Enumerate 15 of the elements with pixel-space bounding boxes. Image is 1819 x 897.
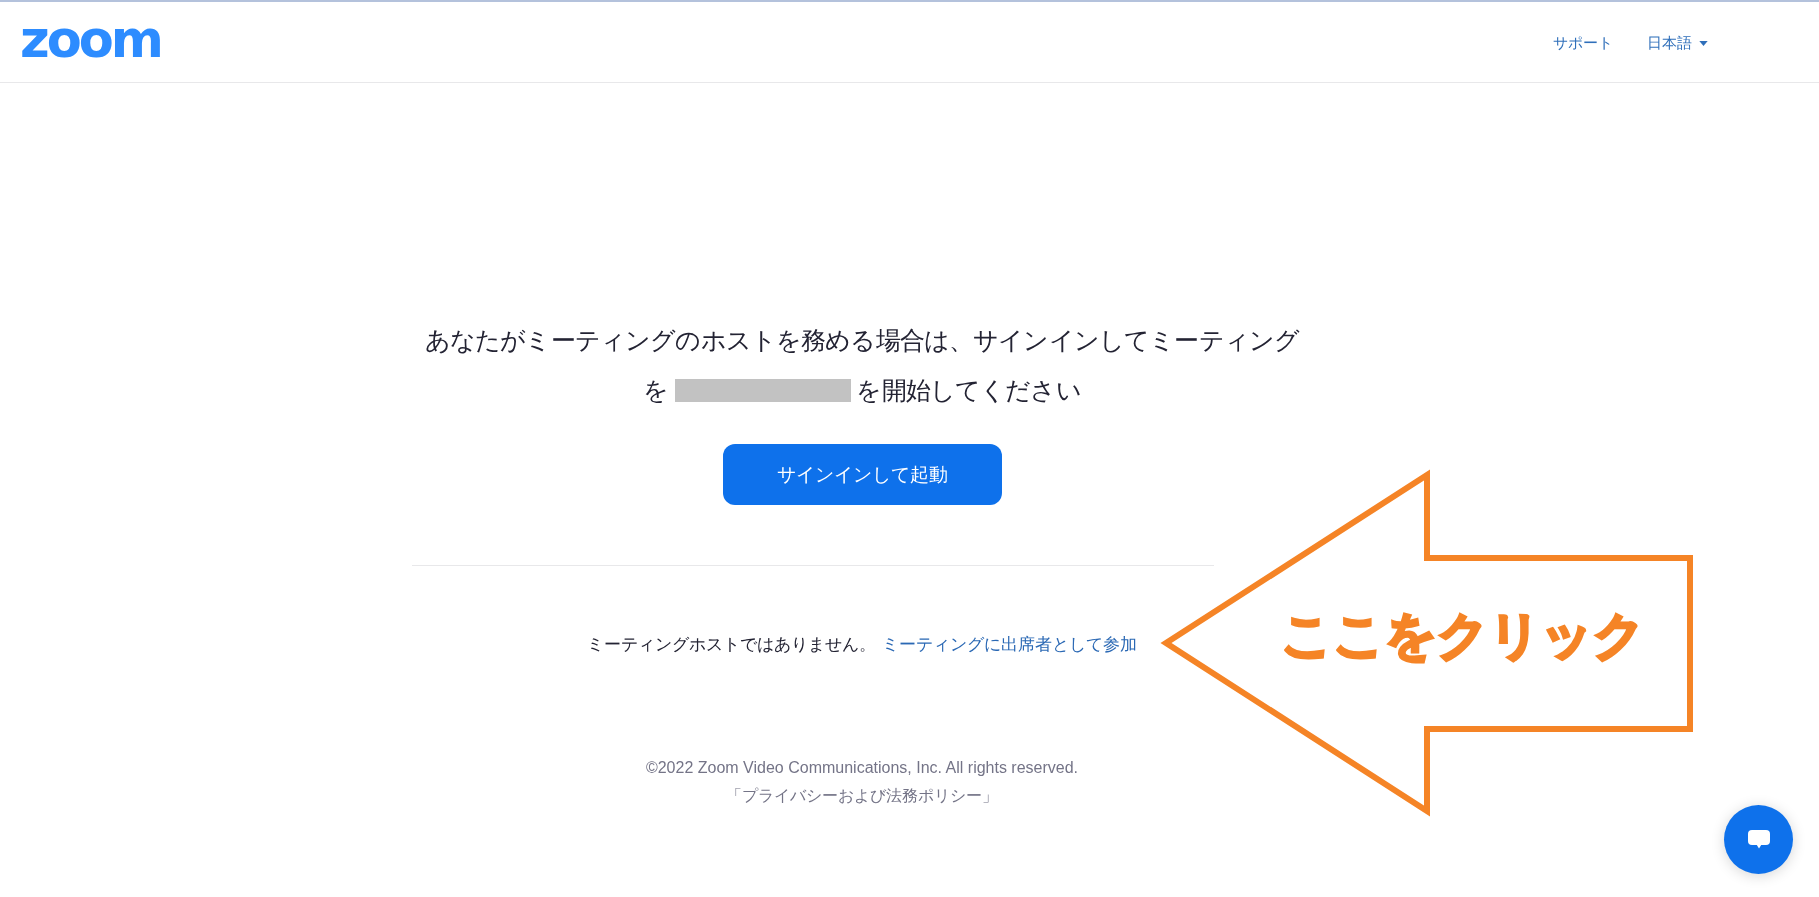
copyright-text: ©2022 Zoom Video Communications, Inc. All rights reserved. [645,758,1079,778]
host-message: を [643,375,669,405]
host-message: を開始してください [856,375,1081,405]
callout-text: ここをクリック [1281,609,1645,663]
chat-bubble-icon [1747,830,1770,849]
caret-icon [1699,40,1708,46]
host-message: あなたがミーティングのホストを務める場合は、サインインしてミーティング [424,325,1300,356]
language-dropdown[interactable]: 日本語 [1647,33,1708,53]
zoom-logo[interactable]: zoom [20,13,161,65]
privacy-policy-link[interactable]: 「プライバシーおよび法務ポリシー」 [726,782,998,810]
chat-button[interactable] [1724,805,1793,874]
support-link[interactable]: サポート [1553,33,1613,53]
join-prompt: ミーティングホストではありません。 ミーティングに出席者として参加 [587,634,1137,656]
sign-in-button[interactable]: サインインして起動 [722,444,1002,505]
join-as-attendee-link[interactable]: ミーティングに出席者として参加 [882,635,1137,654]
